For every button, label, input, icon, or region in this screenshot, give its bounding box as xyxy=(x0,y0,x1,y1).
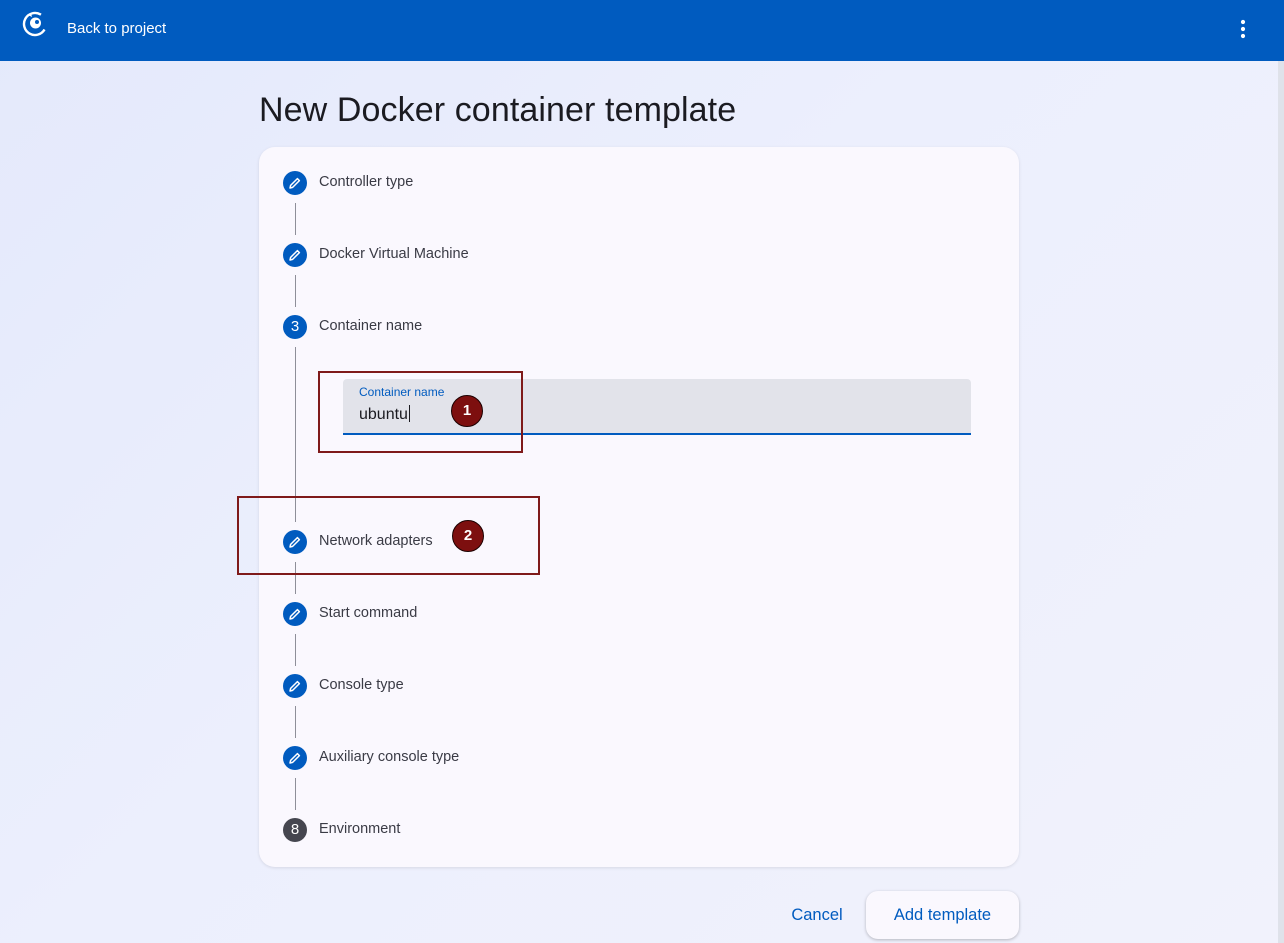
step-container-name[interactable]: 3 Container name xyxy=(283,315,683,339)
edit-icon xyxy=(289,249,301,261)
add-template-button[interactable]: Add template xyxy=(866,891,1019,939)
step-edit-marker xyxy=(283,602,307,626)
step-connector xyxy=(295,275,296,307)
step-connector xyxy=(295,778,296,810)
more-vert-icon[interactable] xyxy=(1232,16,1254,42)
step-connector xyxy=(295,634,296,666)
step-label: Console type xyxy=(319,677,404,693)
scrollbar-track[interactable] xyxy=(1278,61,1284,943)
step-label: Start command xyxy=(319,605,418,621)
annotation-box-2 xyxy=(237,496,540,575)
page-title: New Docker container template xyxy=(259,91,737,129)
step-edit-marker xyxy=(283,171,307,195)
annotation-badge-1: 1 xyxy=(451,395,483,427)
step-environment[interactable]: 8 Environment xyxy=(283,818,683,842)
step-docker-virtual-machine[interactable]: Docker Virtual Machine xyxy=(283,243,683,267)
step-edit-marker xyxy=(283,746,307,770)
step-edit-marker xyxy=(283,243,307,267)
step-label: Container name xyxy=(319,318,423,334)
step-edit-marker xyxy=(283,674,307,698)
annotation-badge-2: 2 xyxy=(452,520,484,552)
step-number-marker: 8 xyxy=(283,818,307,842)
gns3-logo-icon[interactable] xyxy=(22,11,48,37)
edit-icon xyxy=(289,177,301,189)
step-label: Controller type xyxy=(319,174,414,190)
step-start-command[interactable]: Start command xyxy=(283,602,683,626)
step-controller-type[interactable]: Controller type xyxy=(283,171,683,195)
step-label: Auxiliary console type xyxy=(319,749,460,765)
step-console-type[interactable]: Console type xyxy=(283,674,683,698)
step-connector xyxy=(295,706,296,738)
edit-icon xyxy=(289,752,301,764)
step-auxiliary-console-type[interactable]: Auxiliary console type xyxy=(283,746,683,770)
annotation-box-1 xyxy=(318,371,523,453)
step-label: Docker Virtual Machine xyxy=(319,246,469,262)
edit-icon xyxy=(289,608,301,620)
top-app-bar: Back to project xyxy=(0,0,1284,61)
cancel-button[interactable]: Cancel xyxy=(776,892,858,938)
step-label: Environment xyxy=(319,821,401,837)
step-connector xyxy=(295,203,296,235)
back-to-project-link[interactable]: Back to project xyxy=(67,20,166,37)
step-number-marker: 3 xyxy=(283,315,307,339)
edit-icon xyxy=(289,680,301,692)
